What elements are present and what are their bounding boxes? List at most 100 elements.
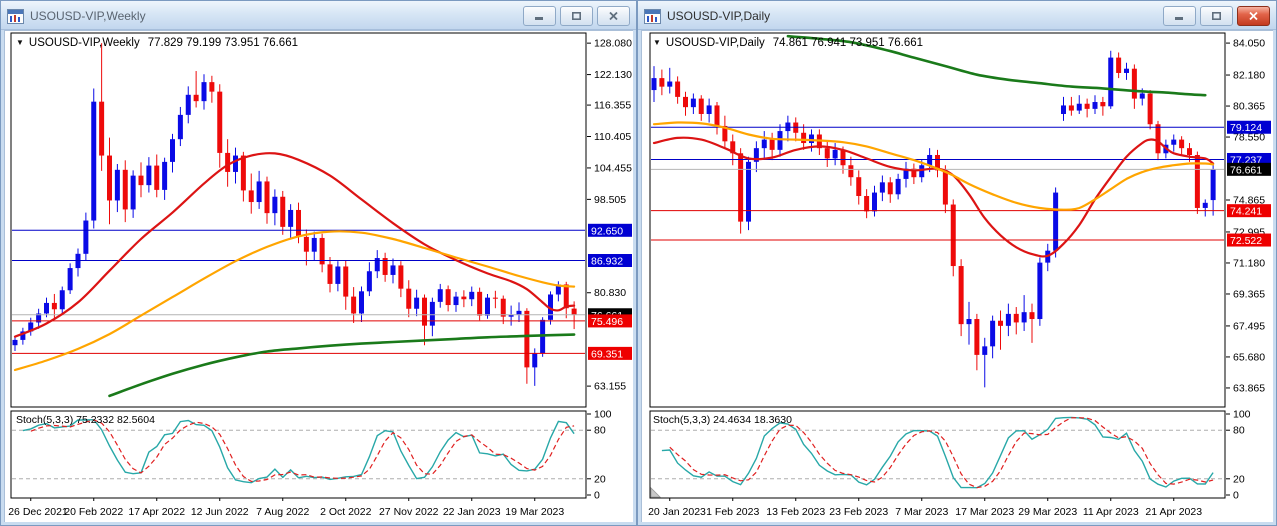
- candle: [571, 308, 577, 315]
- candle: [1108, 57, 1114, 107]
- price-tick-label: 110.405: [594, 131, 631, 143]
- candle: [264, 181, 270, 214]
- close-button[interactable]: [1237, 6, 1270, 26]
- candle: [1147, 93, 1153, 125]
- candle: [1139, 93, 1145, 99]
- candle: [114, 169, 120, 201]
- close-icon: [609, 11, 618, 21]
- date-tick-label: 26 Dec 2021: [8, 506, 68, 518]
- price-tag-label: 92.650: [591, 225, 623, 237]
- candle: [919, 165, 925, 178]
- candle: [177, 114, 183, 140]
- restore-button[interactable]: [1200, 6, 1233, 26]
- chart-client-area: 84.050 82.180 80.365 78.550 74.865 72.995 71.1…: [641, 30, 1273, 522]
- candle: [761, 139, 767, 149]
- close-button[interactable]: [597, 6, 630, 26]
- candle: [327, 264, 333, 284]
- candle: [1202, 202, 1208, 208]
- minimize-icon: [1175, 16, 1183, 20]
- candle: [659, 78, 665, 87]
- minimize-button[interactable]: [1163, 6, 1196, 26]
- date-tick-label: 13 Feb 2023: [766, 506, 825, 518]
- price-tick-label: 63.865: [1233, 382, 1265, 394]
- date-tick-label: 12 Jun 2022: [191, 506, 249, 518]
- candle: [1068, 105, 1074, 111]
- candle: [848, 165, 854, 178]
- candle: [872, 192, 877, 212]
- price-tag-label: 72.522: [1230, 235, 1262, 247]
- candle: [1061, 105, 1066, 114]
- restore-icon: [1211, 11, 1222, 21]
- candle: [12, 339, 18, 346]
- price-axis: 84.05082.18080.36578.55074.86572.99571.1…: [1226, 38, 1271, 394]
- candle: [824, 148, 830, 159]
- minimize-button[interactable]: [523, 6, 556, 26]
- candle: [958, 266, 964, 325]
- date-tick-label: 21 Apr 2023: [1145, 506, 1202, 518]
- candle: [162, 161, 168, 190]
- candle: [445, 289, 451, 306]
- candle: [398, 265, 404, 289]
- candle: [879, 182, 885, 193]
- candle: [1131, 68, 1137, 99]
- candle: [1187, 148, 1192, 155]
- restore-icon: [571, 11, 582, 21]
- candle: [675, 81, 681, 97]
- restore-button[interactable]: [560, 6, 593, 26]
- candle: [99, 101, 105, 156]
- date-tick-label: 20 Jan 2023: [648, 506, 706, 518]
- candle: [698, 98, 704, 114]
- candle: [746, 161, 751, 222]
- window-title: USOUSD-VIP,Daily: [667, 9, 771, 23]
- chart-ohlc-header[interactable]: ▼ USOUSD-VIP,Daily 74.861 76.941 73.951 76…: [653, 37, 923, 49]
- candle: [469, 291, 475, 300]
- stochastic-indicator-label: Stoch(5,3,3) 75.2332 82.5604: [16, 414, 155, 426]
- stoch-scale-label: 0: [1233, 490, 1239, 502]
- candle: [146, 165, 152, 186]
- candle: [1116, 57, 1122, 73]
- window-titlebar[interactable]: USOUSD-VIP,Weekly: [1, 1, 636, 30]
- window-titlebar[interactable]: USOUSD-VIP,Daily: [638, 1, 1276, 30]
- candle: [1021, 312, 1027, 323]
- header-symbol: USOUSD-VIP,Daily: [665, 37, 765, 49]
- candle: [288, 209, 294, 227]
- candle: [67, 268, 73, 291]
- candle: [366, 271, 372, 292]
- candle: [532, 353, 538, 368]
- candle: [887, 182, 893, 195]
- candle: [982, 346, 988, 355]
- date-tick-label: 20 Feb 2022: [64, 506, 123, 518]
- candle: [453, 296, 459, 306]
- candle: [714, 105, 720, 126]
- stoch-scale-label: 80: [594, 425, 606, 437]
- stoch-scale-label: 100: [594, 409, 612, 421]
- candle: [1210, 169, 1216, 201]
- chart-ohlc-header[interactable]: ▼ USOUSD-VIP,Weekly 77.829 79.199 73.951 7…: [16, 37, 298, 49]
- candle: [895, 178, 901, 195]
- price-tag-label: 75.496: [591, 316, 623, 328]
- candle: [801, 132, 807, 144]
- date-tick-label: 17 Apr 2022: [128, 506, 185, 518]
- candle: [966, 319, 972, 325]
- candle: [107, 155, 112, 201]
- candle: [59, 290, 65, 310]
- date-axis: 26 Dec 202120 Feb 2022 17 Apr 2022 12 Jun …: [8, 498, 564, 518]
- date-tick-label: 2 Oct 2022: [320, 506, 372, 518]
- candle: [516, 310, 522, 315]
- candle: [422, 297, 427, 326]
- price-tick-label: 98.505: [594, 194, 626, 206]
- date-tick-label: 22 Jan 2023: [443, 506, 501, 518]
- candle: [1171, 139, 1177, 145]
- stoch-scale-label: 100: [1233, 409, 1251, 421]
- candle: [437, 289, 443, 302]
- chart-canvas[interactable]: 128.080 122.130 116.355 110.405 104.455 98.50…: [4, 30, 635, 524]
- stoch-scale-label: 20: [1233, 473, 1245, 485]
- date-tick-label: 11 Apr 2023: [1083, 506, 1139, 518]
- chart-canvas[interactable]: 84.05082.18080.36578.55074.86572.99571.1…: [641, 30, 1275, 524]
- candle: [809, 134, 814, 144]
- price-axis: 128.080 122.130 116.355 110.405 104.455 98.50…: [587, 38, 632, 393]
- candle: [217, 91, 223, 153]
- price-tick-label: 65.680: [1233, 351, 1265, 363]
- main-plot-frame: [649, 32, 1226, 408]
- candle: [1013, 313, 1019, 323]
